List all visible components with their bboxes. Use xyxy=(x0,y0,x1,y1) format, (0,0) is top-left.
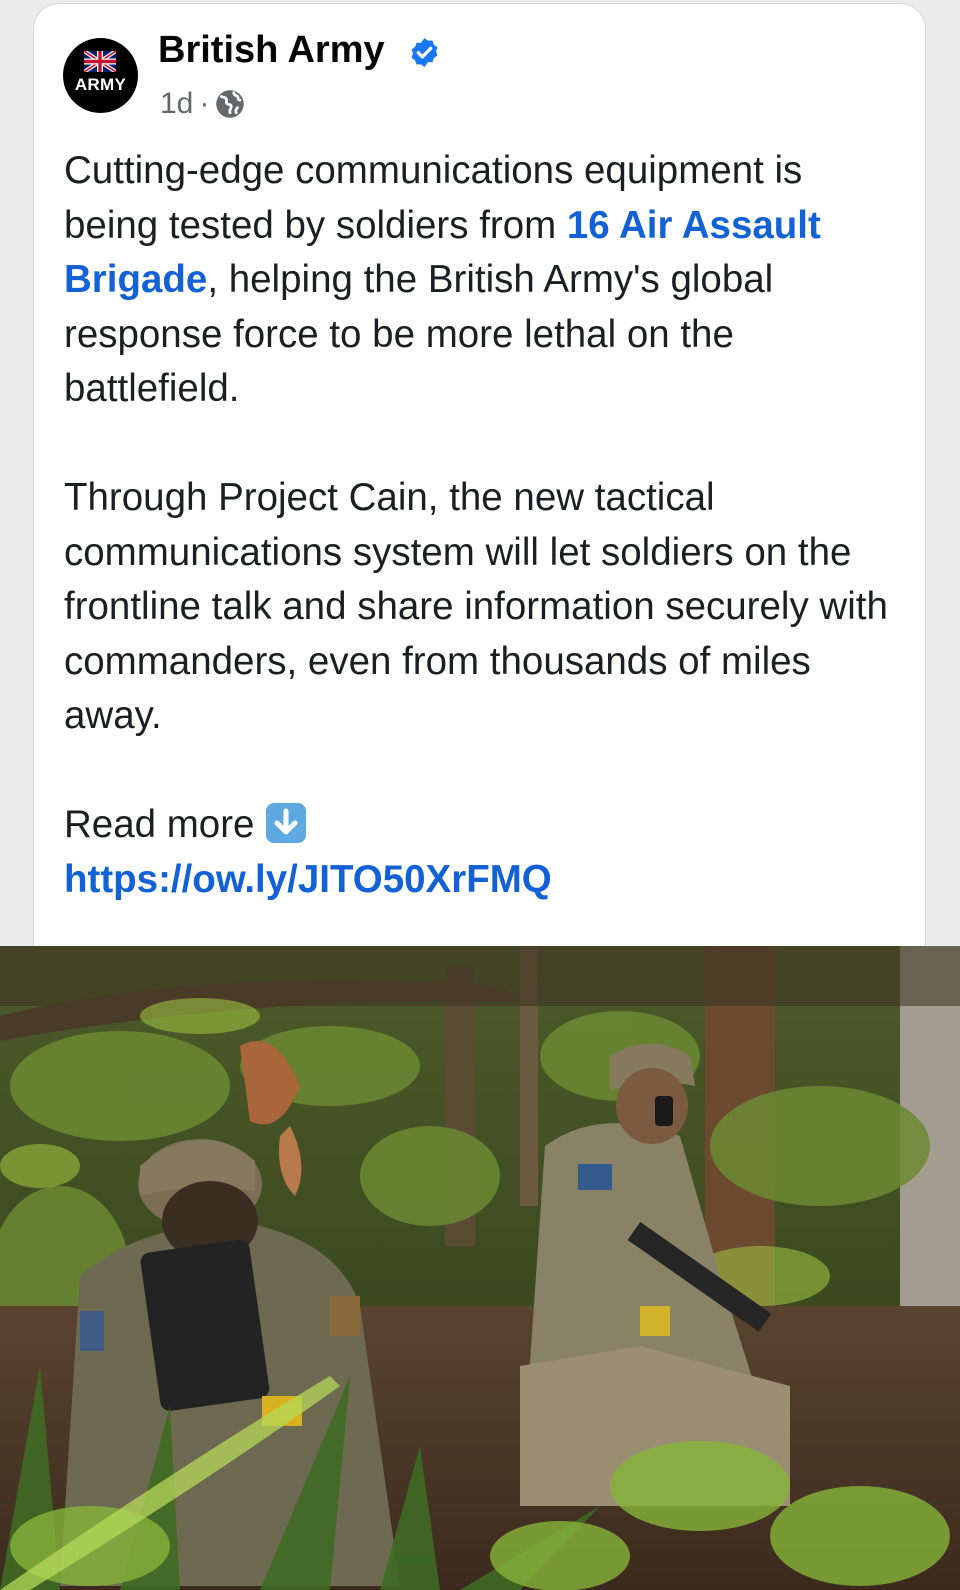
author-name[interactable]: British Army xyxy=(158,29,385,72)
post-photo[interactable] xyxy=(0,946,960,1590)
down-arrow-icon xyxy=(266,803,307,844)
article-link[interactable]: https://ow.ly/JITO50XrFMQ xyxy=(64,858,552,901)
post-text: Cutting-edge communications equipment is… xyxy=(64,144,904,907)
union-flag-icon xyxy=(84,51,116,72)
soldiers-in-jungle-image xyxy=(0,946,960,1590)
post-meta: 1d · xyxy=(160,87,245,121)
globe-icon xyxy=(216,90,245,118)
meta-separator: · xyxy=(199,87,210,120)
post-time[interactable]: 1d xyxy=(160,87,193,121)
post-paragraph-2: Through Project Cain, the new tactical c… xyxy=(64,476,888,737)
avatar-label: ARMY xyxy=(74,75,127,94)
read-more-line: Read more xyxy=(64,798,904,853)
read-more-label: Read more xyxy=(64,803,255,846)
post-paragraph-1: Cutting-edge communications equipment is… xyxy=(64,144,904,417)
verified-badge-icon xyxy=(411,38,438,67)
avatar[interactable]: ARMY xyxy=(63,38,138,113)
